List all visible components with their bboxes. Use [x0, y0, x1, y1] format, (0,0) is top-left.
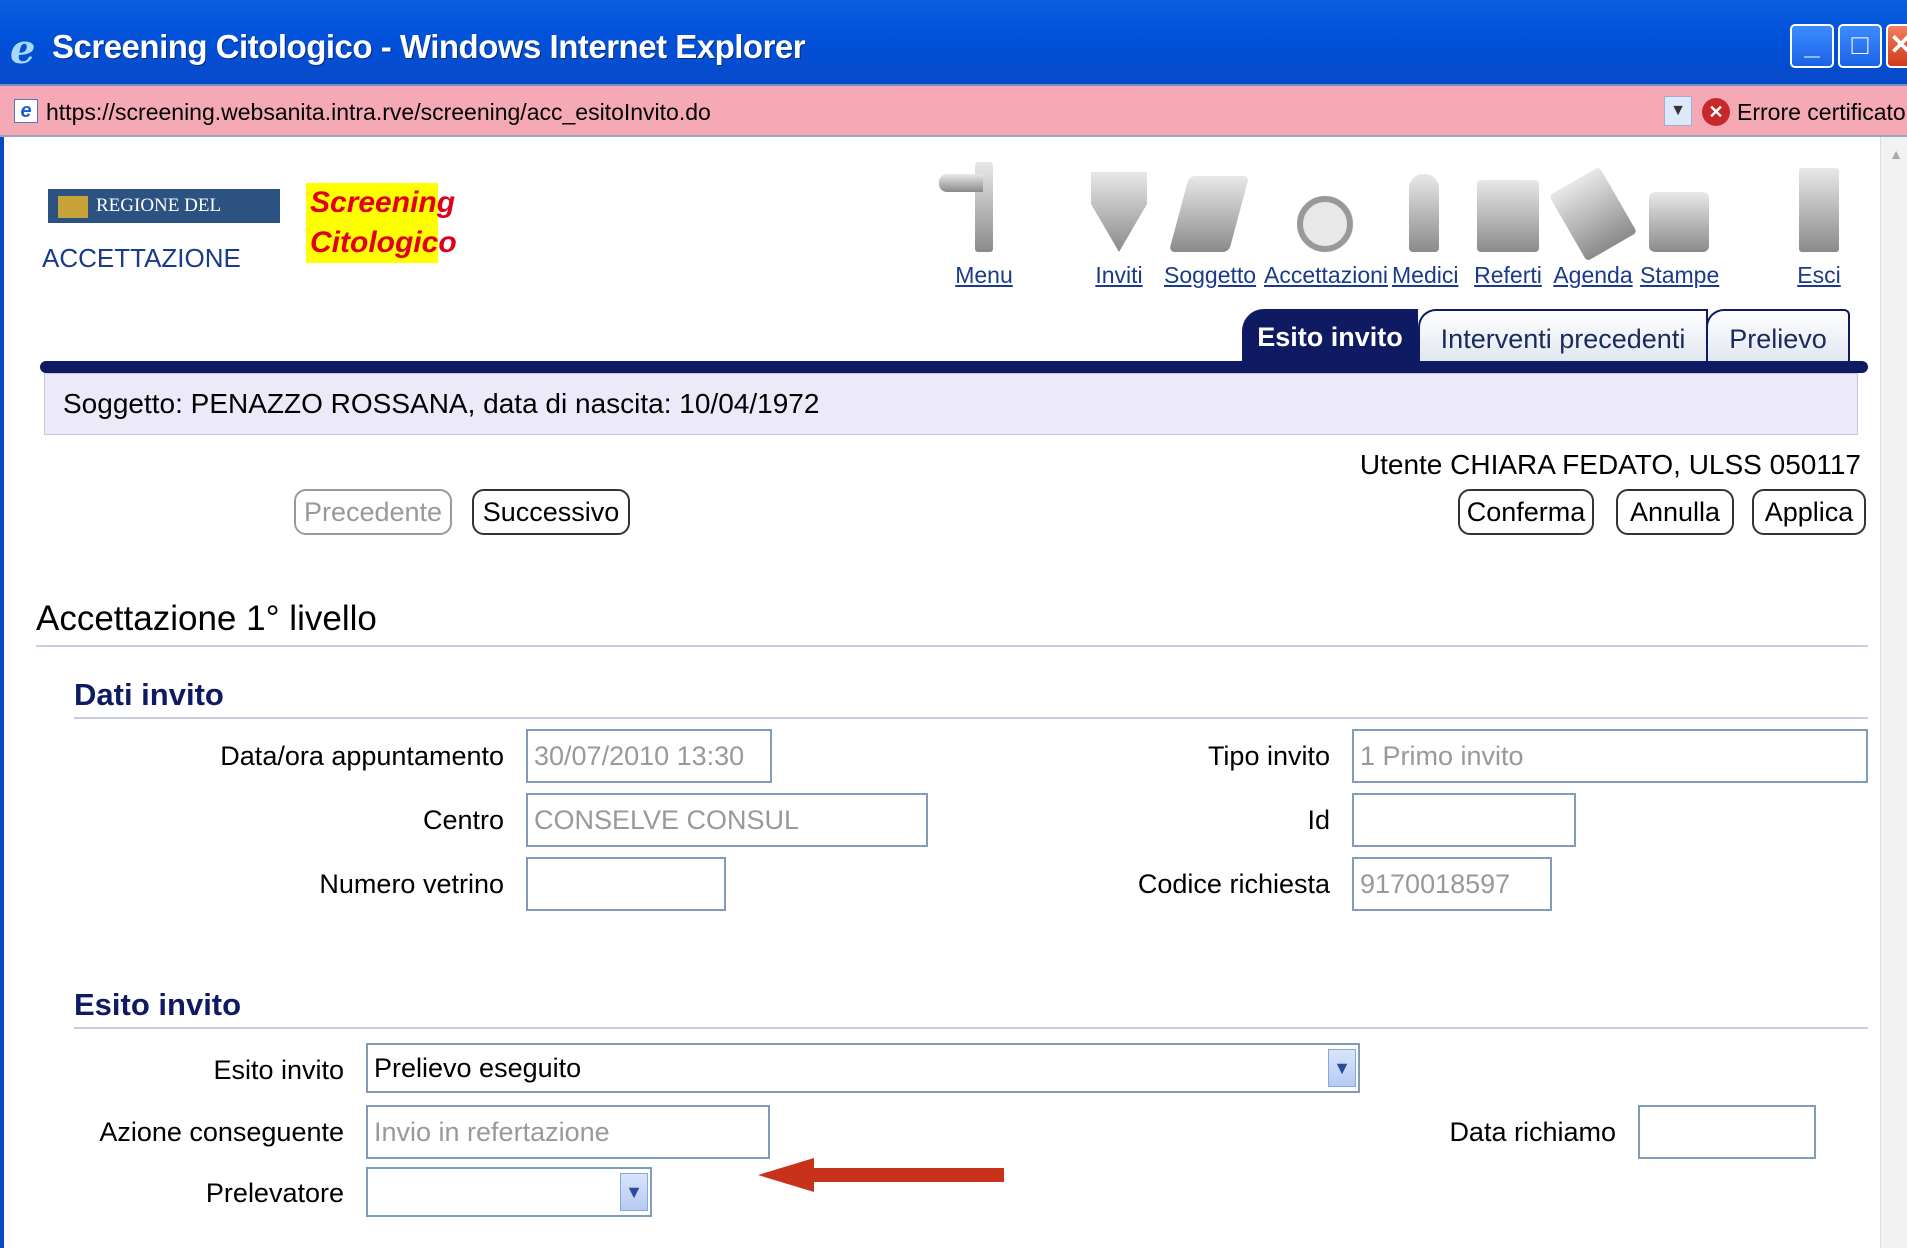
toolbar-accettazioni[interactable]: Accettazioni — [1264, 162, 1388, 289]
numero-vetrino-field[interactable] — [526, 857, 726, 911]
toolbar-stampe[interactable]: Stampe — [1640, 162, 1719, 289]
azione-field[interactable]: Invio in refertazione — [366, 1105, 770, 1159]
exit-door-icon — [1784, 162, 1854, 252]
subject-text: Soggetto: PENAZZO ROSSANA, data di nasci… — [63, 388, 820, 419]
toolbar-referti[interactable]: Referti — [1470, 162, 1546, 289]
esito-invito-heading: Esito invito — [74, 987, 242, 1022]
esito-label: Esito invito — [213, 1055, 344, 1085]
keyboard-icon — [1164, 162, 1254, 252]
divider — [36, 645, 1868, 647]
toolbar-soggetto[interactable]: Soggetto — [1164, 162, 1256, 289]
divider — [74, 1027, 1868, 1029]
tab-underline — [40, 361, 1868, 373]
id-field[interactable] — [1352, 793, 1576, 847]
toolbar-esci[interactable]: Esci — [1784, 162, 1854, 289]
prelevatore-label: Prelevatore — [205, 1178, 344, 1208]
tipo-invito-field[interactable]: 1 Primo invito — [1352, 729, 1868, 783]
window-title: Screening Citologico - Windows Internet … — [52, 28, 806, 65]
url-text[interactable]: https://screening.websanita.intra.rve/sc… — [46, 99, 711, 126]
tab-esito-invito[interactable]: Esito invito — [1242, 309, 1418, 367]
previous-button[interactable]: Precedente — [294, 489, 452, 535]
fax-icon — [1470, 162, 1546, 252]
toolbar-menu[interactable]: Menu — [939, 162, 1024, 289]
signpost-icon — [939, 162, 1024, 252]
data-richiamo-field[interactable] — [1638, 1105, 1816, 1159]
data-ora-field[interactable]: 30/07/2010 13:30 — [526, 729, 772, 783]
page-icon: e — [14, 99, 38, 123]
section-title: Accettazione 1° livello — [36, 599, 377, 638]
browser-window: e Screening Citologico - Windows Interne… — [0, 0, 1907, 1248]
vertical-scrollbar[interactable]: ▲ — [1880, 137, 1907, 1248]
centro-label: Centro — [422, 805, 504, 835]
esito-select[interactable]: Prelievo eseguito ▼ — [366, 1043, 1360, 1093]
page-content: ▲ REGIONE DEL VENETO ACCETTAZIONE Screen… — [0, 137, 1907, 1248]
centro-field[interactable]: CONSELVE CONSUL — [526, 793, 928, 847]
toolbar-medici[interactable]: Medici — [1392, 162, 1458, 289]
chevron-down-icon[interactable]: ▼ — [1328, 1049, 1356, 1087]
prelevatore-select[interactable]: ▼ — [366, 1167, 652, 1217]
annotation-arrow-icon — [758, 1158, 1004, 1192]
tab-interventi-precedenti[interactable]: Interventi precedenti — [1418, 309, 1708, 367]
address-bar[interactable]: e https://screening.websanita.intra.rve/… — [0, 84, 1907, 137]
envelope-icon — [1079, 162, 1159, 252]
codice-richiesta-label: Codice richiesta — [1137, 869, 1330, 899]
region-logo: REGIONE DEL VENETO — [48, 189, 280, 250]
toolbar-inviti[interactable]: Inviti — [1079, 162, 1159, 289]
data-richiamo-label: Data richiamo — [1449, 1117, 1616, 1147]
calendar-icon — [1548, 162, 1638, 262]
id-label: Id — [1307, 805, 1330, 835]
ie-logo-icon: e — [10, 26, 36, 73]
cert-error-label[interactable]: Errore certificato — [1737, 99, 1906, 126]
confirm-button[interactable]: Conferma — [1458, 489, 1594, 535]
subject-bar: Soggetto: PENAZZO ROSSANA, data di nasci… — [44, 373, 1858, 435]
tab-prelievo[interactable]: Prelievo — [1706, 309, 1850, 367]
area-label: ACCETTAZIONE — [42, 243, 241, 273]
next-button[interactable]: Successivo — [472, 489, 630, 535]
chevron-down-icon[interactable]: ▼ — [1664, 96, 1692, 126]
divider — [74, 717, 1868, 719]
doctor-icon — [1392, 162, 1456, 252]
printer-icon — [1640, 162, 1718, 252]
tipo-invito-label: Tipo invito — [1207, 741, 1330, 771]
toolbar-agenda[interactable]: Agenda — [1548, 162, 1638, 289]
cert-error-icon[interactable]: ✕ — [1702, 98, 1730, 126]
codice-richiesta-field[interactable]: 9170018597 — [1352, 857, 1552, 911]
chevron-down-icon[interactable]: ▼ — [620, 1173, 648, 1211]
dati-invito-heading: Dati invito — [74, 677, 224, 712]
apply-button[interactable]: Applica — [1752, 489, 1866, 535]
region-flag-icon — [58, 195, 88, 218]
maximize-button[interactable]: □ — [1838, 24, 1882, 68]
azione-label: Azione conseguente — [99, 1117, 344, 1147]
minimize-button[interactable]: _ — [1790, 24, 1834, 68]
data-ora-label: Data/ora appuntamento — [220, 741, 504, 771]
scroll-up-icon[interactable]: ▲ — [1885, 143, 1907, 165]
close-button[interactable]: ✕ — [1886, 24, 1907, 68]
numero-vetrino-label: Numero vetrino — [319, 869, 504, 899]
user-info: Utente CHIARA FEDATO, ULSS 050117 — [1359, 449, 1861, 480]
magnifier-icon — [1264, 162, 1386, 252]
cancel-button[interactable]: Annulla — [1616, 489, 1734, 535]
app-name: Screening Citologico — [306, 183, 457, 263]
